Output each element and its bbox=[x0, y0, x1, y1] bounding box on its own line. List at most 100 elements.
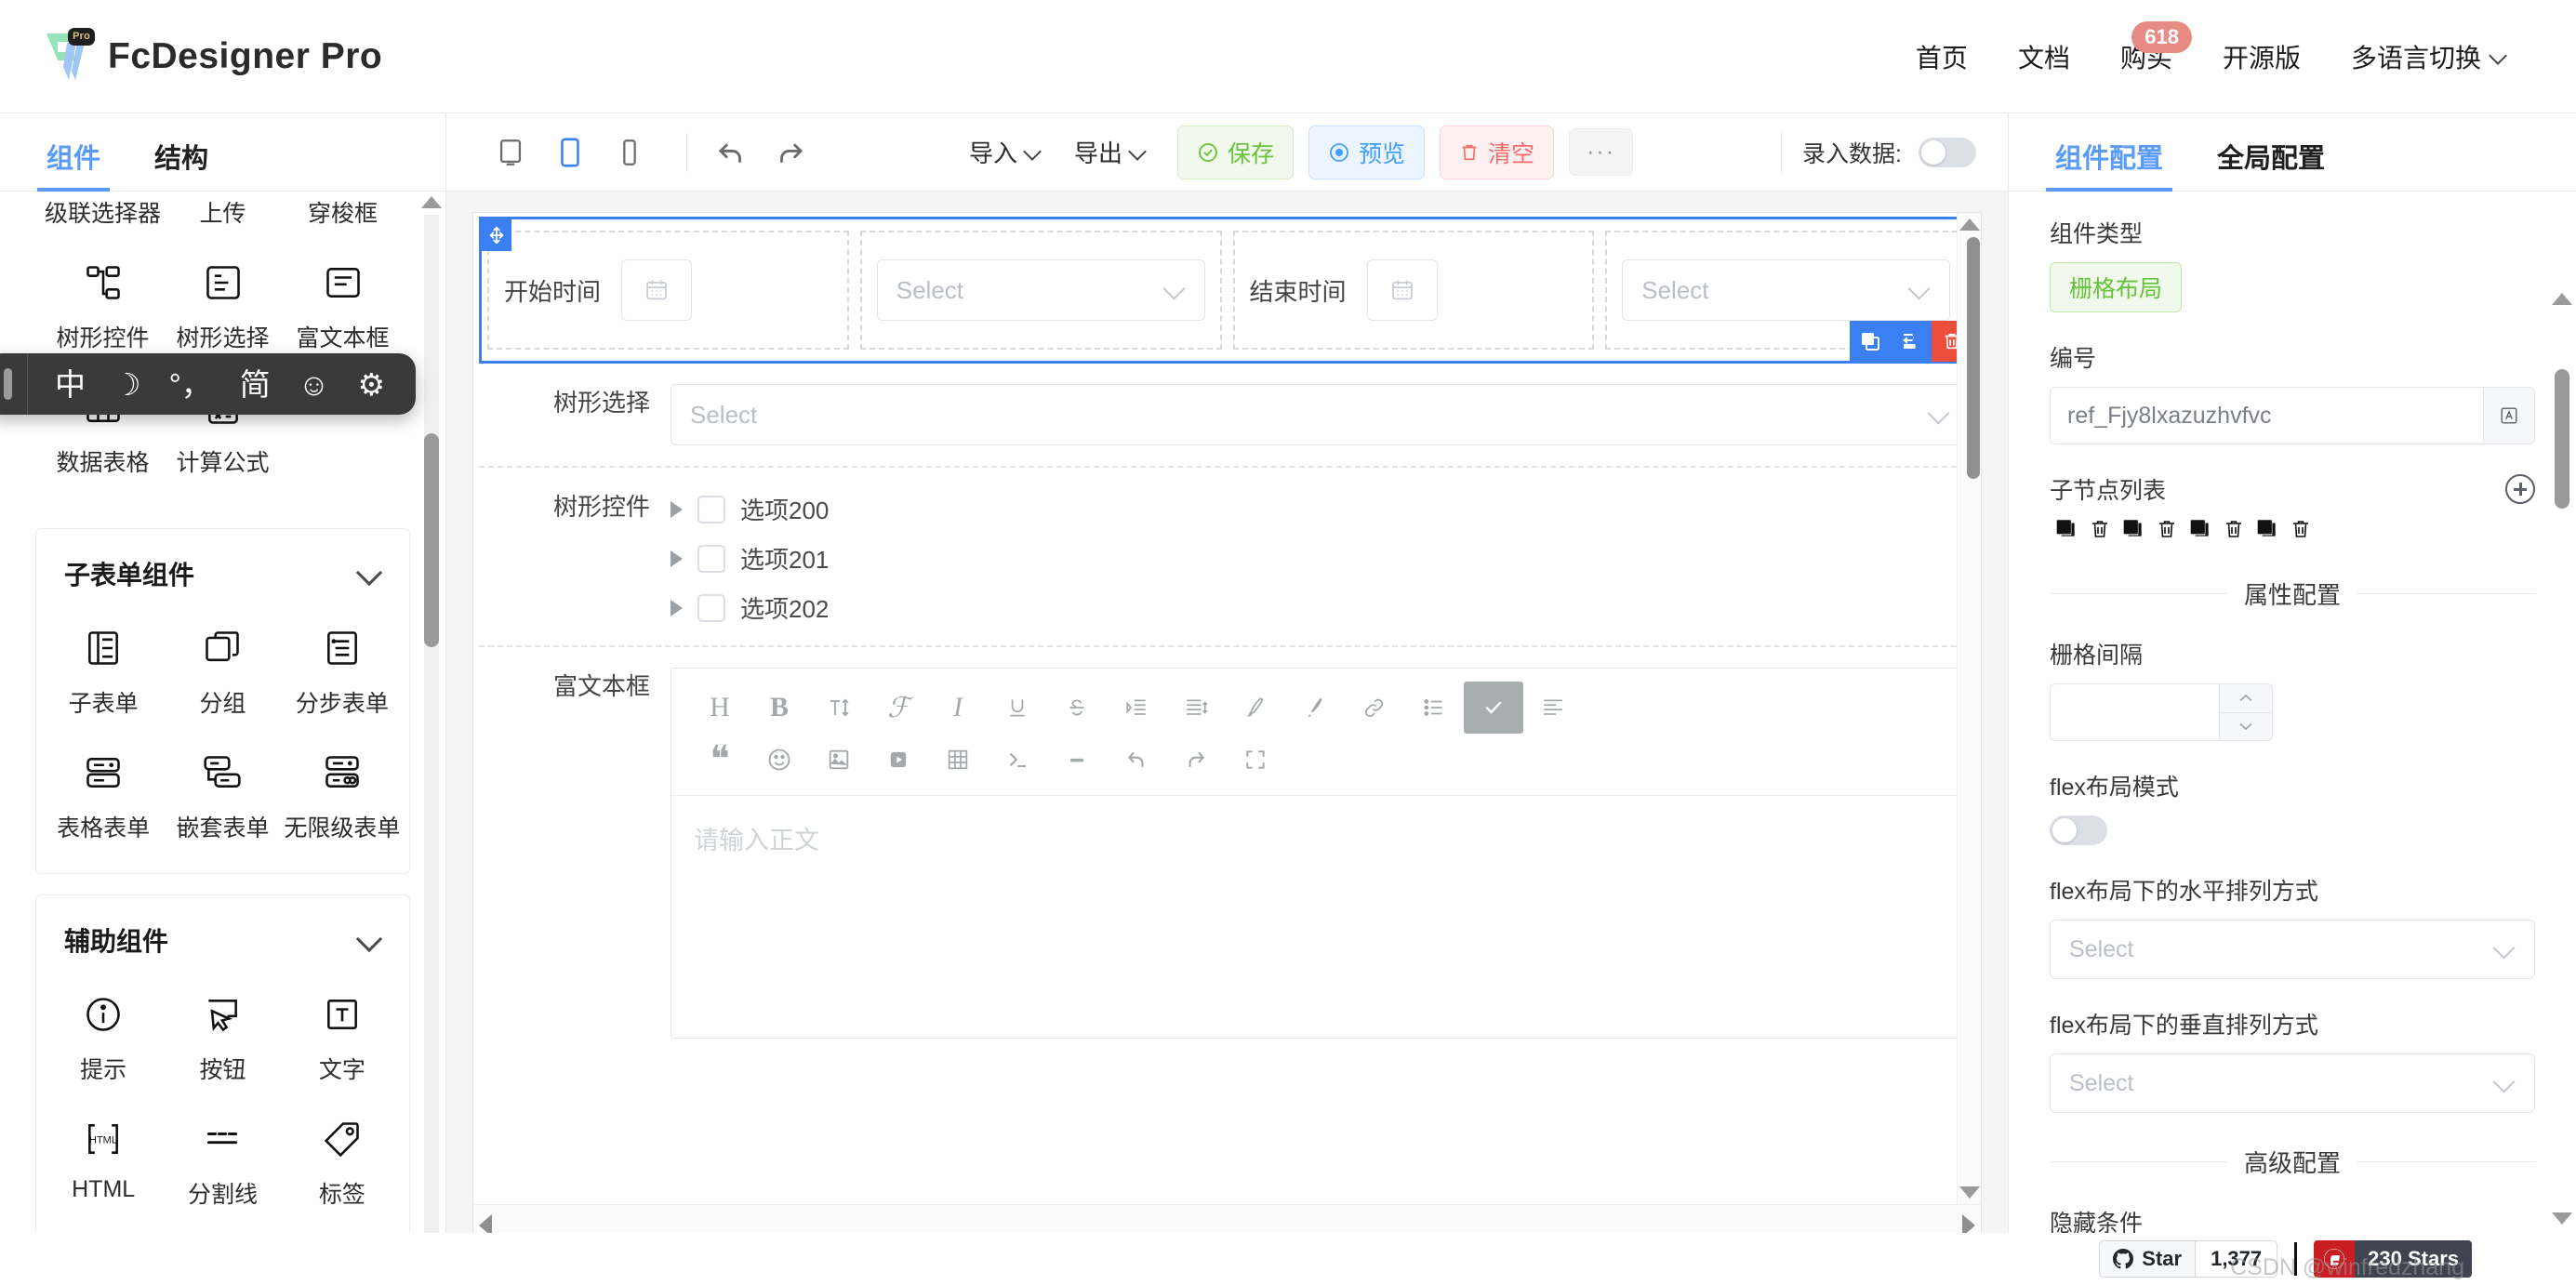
component-item-button[interactable]: 按钮 bbox=[163, 974, 282, 1098]
start-time-date-picker[interactable] bbox=[621, 259, 693, 321]
expand-arrow-icon[interactable] bbox=[671, 500, 683, 518]
data-entry-switch[interactable] bbox=[1918, 137, 1976, 167]
italic-icon[interactable]: I bbox=[928, 682, 988, 734]
undo-icon[interactable] bbox=[1107, 734, 1166, 786]
fullscreen-icon[interactable] bbox=[1226, 734, 1285, 786]
scroll-down-arrow-icon[interactable] bbox=[2552, 1212, 2572, 1225]
component-item-infinite-form[interactable]: 无限级表单 bbox=[283, 732, 402, 856]
tree-select-field[interactable]: Select bbox=[671, 384, 1970, 445]
group-header-subform[interactable]: 子表单组件 bbox=[44, 542, 402, 607]
component-item-group[interactable]: 分组 bbox=[163, 607, 282, 732]
copy-child-icon[interactable] bbox=[2050, 513, 2083, 545]
left-panel-scrollbar[interactable] bbox=[421, 192, 442, 1283]
flex-horizontal-select[interactable]: Select bbox=[2050, 920, 2535, 979]
scroll-up-arrow-icon[interactable] bbox=[421, 196, 442, 208]
grid-cell-start-select[interactable]: Select bbox=[859, 231, 1222, 350]
tab-global-config[interactable]: 全局配置 bbox=[2208, 137, 2334, 191]
todo-list-icon[interactable] bbox=[1464, 682, 1523, 734]
gear-icon[interactable]: ⚙ bbox=[344, 369, 400, 400]
flex-mode-switch[interactable] bbox=[2050, 815, 2107, 845]
save-button[interactable]: 保存 bbox=[1177, 125, 1295, 179]
component-item-transfer[interactable]: 穿梭框 bbox=[283, 192, 403, 242]
grid-cell-end-time[interactable]: 结束时间 bbox=[1232, 231, 1595, 350]
horizontal-rule-icon[interactable] bbox=[1047, 734, 1107, 786]
tree-node-checkbox[interactable] bbox=[697, 544, 725, 573]
form-row-tree-widget[interactable]: 树形控件 选项200 选项201 选项202 bbox=[479, 468, 1975, 647]
group-header-auxiliary[interactable]: 辅助组件 bbox=[44, 908, 402, 974]
copy-child-icon[interactable] bbox=[2184, 513, 2217, 545]
more-options-button[interactable]: ··· bbox=[1569, 128, 1634, 176]
component-item-cascader[interactable]: 级联选择器 bbox=[43, 192, 163, 242]
nav-item-home[interactable]: 首页 bbox=[1891, 38, 1993, 75]
component-item-tree[interactable]: 树形控件 bbox=[43, 242, 163, 366]
nav-item-language[interactable]: 多语言切换 bbox=[2326, 38, 2531, 75]
undo-icon[interactable] bbox=[708, 129, 754, 176]
highlight-pen-icon[interactable] bbox=[1226, 682, 1285, 734]
copy-child-icon[interactable] bbox=[2117, 513, 2150, 545]
scroll-up-arrow-icon[interactable] bbox=[2552, 293, 2572, 305]
emoji-icon[interactable]: ☺ bbox=[285, 369, 344, 400]
chevron-down-icon[interactable] bbox=[357, 928, 381, 952]
quote-icon[interactable]: ❝ bbox=[690, 734, 750, 786]
font-size-icon[interactable] bbox=[809, 682, 869, 734]
delete-child-icon[interactable] bbox=[2284, 513, 2317, 545]
component-item-rich-text[interactable]: 富文本框 bbox=[283, 242, 403, 366]
import-menu[interactable]: 导入 bbox=[952, 135, 1057, 169]
grid-layout-row-selected[interactable]: 开始时间 Select 结束时间 Select bbox=[479, 217, 1975, 364]
rename-ref-button[interactable] bbox=[2483, 387, 2535, 444]
component-item-divider[interactable]: 分割线 bbox=[163, 1098, 282, 1223]
component-item-step-form[interactable]: 分步表单 bbox=[283, 607, 402, 732]
tab-structure[interactable]: 结构 bbox=[145, 137, 218, 191]
component-item-html[interactable]: HTML HTML bbox=[44, 1098, 163, 1223]
canvas-vertical-scrollbar[interactable] bbox=[1957, 213, 1981, 1204]
scroll-track[interactable] bbox=[1962, 237, 1980, 1180]
nav-item-opensource[interactable]: 开源版 bbox=[2198, 38, 2326, 75]
form-row-tree-select[interactable]: 树形选择 Select bbox=[479, 364, 1975, 468]
moon-icon[interactable]: ☽ bbox=[100, 369, 155, 400]
wrap-component-button[interactable] bbox=[1891, 321, 1932, 362]
delete-child-icon[interactable] bbox=[2083, 513, 2117, 545]
redo-icon[interactable] bbox=[767, 129, 814, 176]
stepper-down-icon[interactable] bbox=[2220, 711, 2272, 741]
tree-node[interactable]: 选项201 bbox=[671, 541, 829, 576]
copy-child-icon[interactable] bbox=[2251, 513, 2284, 545]
component-item-nested-form[interactable]: 嵌套表单 bbox=[163, 732, 282, 856]
video-icon[interactable] bbox=[869, 734, 928, 786]
ime-floating-toolbar[interactable]: 中 ☽ °， 简 ☺ ⚙ bbox=[0, 353, 417, 415]
redo-icon[interactable] bbox=[1166, 734, 1226, 786]
strikethrough-icon[interactable] bbox=[1047, 682, 1107, 734]
properties-body[interactable]: 组件类型 栅格布局 编号 ref_Fjy8lxazuzhvfvc 子节点列表 属… bbox=[2009, 192, 2576, 1283]
form-canvas[interactable]: 开始时间 Select 结束时间 Select 树形选择 Select 树形控件… bbox=[472, 212, 1982, 1246]
component-item-tip[interactable]: 提示 bbox=[44, 974, 163, 1098]
tab-components[interactable]: 组件 bbox=[37, 137, 111, 192]
delete-child-icon[interactable] bbox=[2217, 513, 2251, 545]
delete-child-icon[interactable] bbox=[2150, 513, 2184, 545]
tree-node-checkbox[interactable] bbox=[697, 593, 725, 622]
chevron-down-icon[interactable] bbox=[357, 562, 381, 586]
expand-arrow-icon[interactable] bbox=[671, 599, 683, 616]
end-select-field[interactable]: Select bbox=[1622, 259, 1950, 321]
ref-id-input[interactable]: ref_Fjy8lxazuzhvfvc bbox=[2050, 387, 2483, 444]
device-mobile-icon[interactable] bbox=[606, 129, 653, 176]
rich-text-body[interactable]: 请输入正文 bbox=[671, 796, 1969, 1038]
grid-cell-start-time[interactable]: 开始时间 bbox=[487, 231, 849, 350]
bullet-list-icon[interactable] bbox=[1404, 682, 1464, 734]
grid-gap-input[interactable] bbox=[2050, 683, 2219, 741]
end-time-date-picker[interactable] bbox=[1366, 259, 1438, 321]
tree-node[interactable]: 选项202 bbox=[671, 590, 829, 625]
scroll-track[interactable] bbox=[499, 1217, 1955, 1233]
scroll-thumb[interactable] bbox=[424, 433, 439, 647]
underline-icon[interactable] bbox=[988, 682, 1047, 734]
nav-item-buy[interactable]: 购买 618 bbox=[2095, 20, 2198, 75]
code-icon[interactable] bbox=[988, 734, 1047, 786]
properties-scrollbar[interactable] bbox=[2552, 288, 2572, 1229]
form-row-rich-text[interactable]: 富文本框 H B ℱ I ❝ 请输入正文 bbox=[479, 647, 1975, 1059]
font-family-icon[interactable]: ℱ bbox=[869, 682, 928, 734]
scroll-track[interactable] bbox=[2555, 311, 2569, 1206]
clear-button[interactable]: 清空 bbox=[1440, 125, 1555, 179]
scroll-thumb[interactable] bbox=[1966, 237, 1980, 479]
preview-button[interactable]: 预览 bbox=[1308, 125, 1426, 179]
expand-arrow-icon[interactable] bbox=[671, 550, 683, 567]
stepper-up-icon[interactable] bbox=[2220, 684, 2272, 712]
line-height-icon[interactable] bbox=[1166, 682, 1226, 734]
